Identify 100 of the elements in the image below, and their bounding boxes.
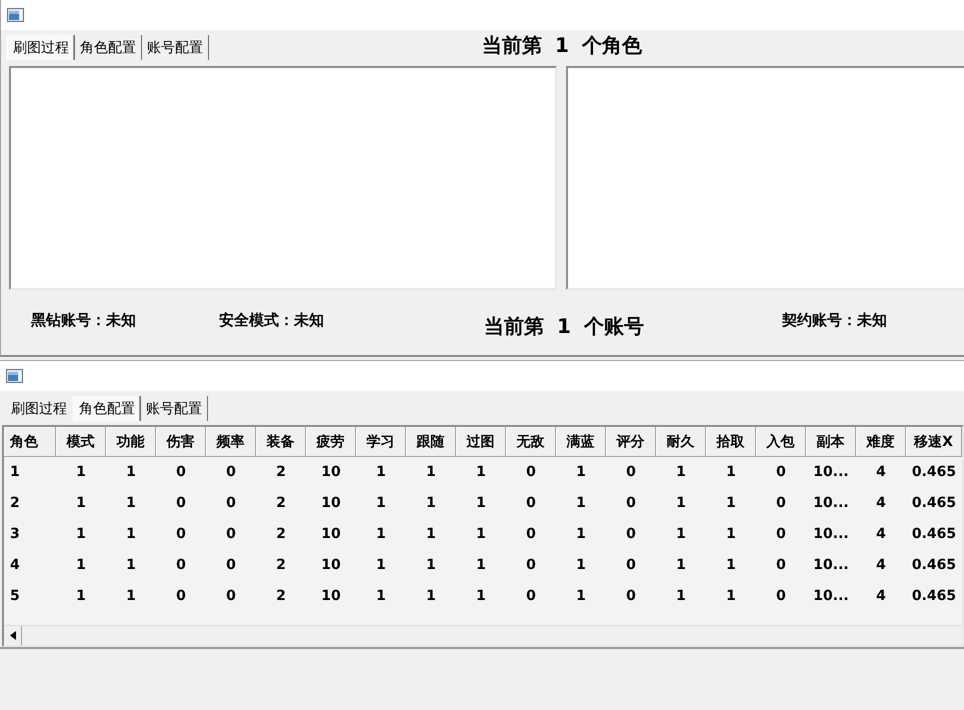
column-header[interactable]: 伤害 xyxy=(156,427,206,457)
table-cell-text: 0 xyxy=(625,556,637,575)
column-header[interactable]: 装备 xyxy=(256,427,306,457)
table-cell-text: 0 xyxy=(225,587,237,606)
tab[interactable]: 刷图过程 xyxy=(6,396,73,421)
column-header[interactable]: 移速X xyxy=(906,427,962,457)
table-cell-text: 0 xyxy=(775,463,787,482)
table-cell-text: 1 xyxy=(575,494,587,513)
table-cell-text: 1 xyxy=(725,494,737,513)
column-header[interactable]: 副本 xyxy=(806,427,856,457)
table-cell-text: 10... xyxy=(812,556,850,575)
table-cell-text: 0 xyxy=(775,587,787,606)
table-cell-text: 1 xyxy=(475,556,487,575)
table-cell-text: 1 xyxy=(75,525,87,544)
table-cell-text: 1 xyxy=(375,556,387,575)
column-header[interactable]: 疲劳 xyxy=(306,427,356,457)
table-cell-text: 0.465 xyxy=(910,556,958,575)
table-cell-text: 0 xyxy=(175,494,187,513)
table-cell-text: 0 xyxy=(175,525,187,544)
table-cell-text: 10... xyxy=(812,525,850,544)
horizontal-scrollbar[interactable] xyxy=(4,625,962,645)
table-cell-text: 1 xyxy=(725,463,737,482)
table-cell-text: 1 xyxy=(575,556,587,575)
table-cell-text: 0 xyxy=(525,463,537,482)
table-cell-text: 1 xyxy=(425,525,437,544)
column-header[interactable]: 难度 xyxy=(856,427,906,457)
column-header[interactable]: 耐久 xyxy=(656,427,706,457)
column-header[interactable]: 过图 xyxy=(456,427,506,457)
column-header[interactable]: 评分 xyxy=(606,427,656,457)
window-icon xyxy=(6,369,23,383)
column-header[interactable]: 入包 xyxy=(756,427,806,457)
table-cell-text: 1 xyxy=(425,494,437,513)
role-heading: 当前第 1 个角色 xyxy=(482,32,643,59)
account-heading: 当前第 1 个账号 xyxy=(484,313,644,340)
table-cell-text: 3 xyxy=(9,525,21,544)
table-cell-text: 4 xyxy=(875,525,887,544)
table-cell-text: 1 xyxy=(575,525,587,544)
table-cell-text: 0 xyxy=(225,494,237,513)
table-cell-text: 0 xyxy=(775,525,787,544)
table-cell-text: 1 xyxy=(425,556,437,575)
table-cell-text: 1 xyxy=(375,463,387,482)
table-cell-text: 0 xyxy=(525,587,537,606)
table-cell-text: 0 xyxy=(775,556,787,575)
table-cell-text: 1 xyxy=(425,463,437,482)
table-cell-text: 0 xyxy=(175,556,187,575)
tab[interactable]: 账号配置 xyxy=(142,35,209,60)
table-cell-text: 1 xyxy=(75,463,87,482)
table-cell-text: 1 xyxy=(125,556,137,575)
table-cell-text: 1 xyxy=(725,525,737,544)
table-cell-text: 1 xyxy=(125,587,137,606)
table-cell-text: 10 xyxy=(320,494,342,513)
tab[interactable]: 角色配置 xyxy=(73,396,141,421)
column-header[interactable]: 功能 xyxy=(106,427,156,457)
column-header[interactable]: 跟随 xyxy=(406,427,456,457)
tab[interactable]: 账号配置 xyxy=(141,396,208,421)
table-cell-text: 0 xyxy=(225,525,237,544)
table-cell-text: 4 xyxy=(875,587,887,606)
table-cell-text: 10 xyxy=(320,587,342,606)
column-header[interactable]: 频率 xyxy=(206,427,256,457)
column-header[interactable]: 满蓝 xyxy=(556,427,606,457)
table-cell-text: 0 xyxy=(625,587,637,606)
column-header[interactable]: 学习 xyxy=(356,427,406,457)
table-cell-text: 1 xyxy=(375,587,387,606)
table-cell-text: 2 xyxy=(275,587,287,606)
status-label: 契约账号：未知 xyxy=(782,311,887,330)
table-cell-text: 2 xyxy=(275,463,287,482)
table-cell-text: 0 xyxy=(525,556,537,575)
status-label: 安全模式：未知 xyxy=(219,311,324,330)
table-cell-text: 1 xyxy=(575,587,587,606)
table-cell-text: 10 xyxy=(320,525,342,544)
table-cell-text: 0.465 xyxy=(910,494,958,513)
table-cell-text: 0.465 xyxy=(910,587,958,606)
table-cell-text: 1 xyxy=(125,525,137,544)
table-cell-text: 1 xyxy=(675,556,687,575)
table-cell-text: 10... xyxy=(812,463,850,482)
tab[interactable]: 角色配置 xyxy=(75,35,142,60)
table-cell-text: 0 xyxy=(775,494,787,513)
table-cell-text: 0 xyxy=(525,525,537,544)
column-header[interactable]: 无敌 xyxy=(506,427,556,457)
table-cell-text: 1 xyxy=(475,587,487,606)
table-cell-text: 1 xyxy=(675,525,687,544)
table-cell-text: 0 xyxy=(225,556,237,575)
table-cell-text: 0 xyxy=(175,587,187,606)
tab[interactable]: 刷图过程 xyxy=(7,35,75,60)
table-cell-text: 1 xyxy=(675,463,687,482)
table-cell-text: 1 xyxy=(75,494,87,513)
table-cell-text: 1 xyxy=(75,556,87,575)
table-cell-text: 0 xyxy=(525,494,537,513)
table-cell-text: 1 xyxy=(675,494,687,513)
table-cell-text: 1 xyxy=(375,494,387,513)
column-header[interactable]: 角色 xyxy=(4,427,56,457)
table-cell-text: 4 xyxy=(875,556,887,575)
left-arrow-icon xyxy=(10,631,16,640)
column-header[interactable]: 模式 xyxy=(56,427,106,457)
window-icon xyxy=(7,8,24,22)
table-cell-text: 1 xyxy=(725,587,737,606)
column-header[interactable]: 拾取 xyxy=(706,427,756,457)
table-cell-text: 2 xyxy=(9,494,21,513)
table-cell-text: 1 xyxy=(75,587,87,606)
table-cell-text: 0 xyxy=(625,494,637,513)
